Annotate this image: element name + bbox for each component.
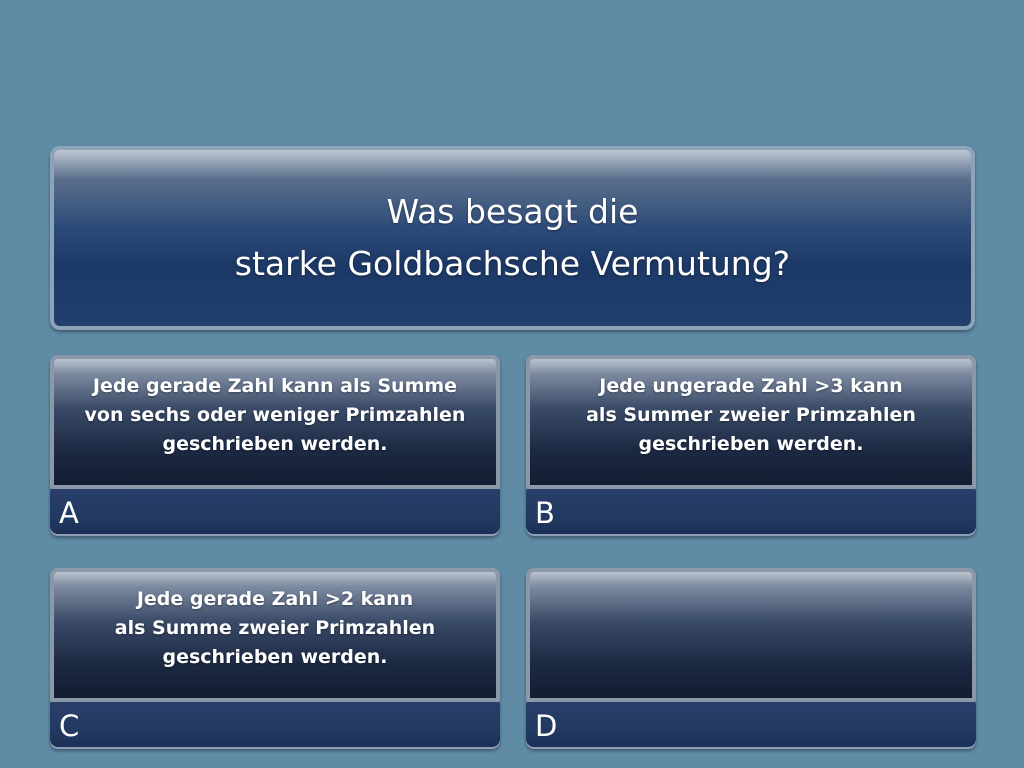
answer-letter: C: [59, 709, 80, 743]
answer-letter: B: [535, 496, 555, 530]
answer-letter: A: [59, 496, 79, 530]
answer-panel[interactable]: Jede gerade Zahl >2 kann als Summe zweie…: [50, 568, 500, 702]
question-panel: Was besagt die starke Goldbachsche Vermu…: [50, 146, 975, 330]
answer-text: Jede ungerade Zahl >3 kann als Summer zw…: [586, 374, 916, 455]
answer-option-b[interactable]: Jede ungerade Zahl >3 kann als Summer zw…: [526, 355, 976, 536]
answer-letter-bar[interactable]: C: [50, 702, 500, 749]
answer-letter: D: [535, 709, 558, 743]
answer-panel[interactable]: [526, 568, 976, 702]
answer-option-d[interactable]: D: [526, 568, 976, 749]
answer-option-c[interactable]: Jede gerade Zahl >2 kann als Summe zweie…: [50, 568, 500, 749]
answer-letter-bar[interactable]: A: [50, 489, 500, 536]
answer-letter-bar[interactable]: B: [526, 489, 976, 536]
answer-text: Jede gerade Zahl >2 kann als Summe zweie…: [114, 587, 436, 668]
answer-text: Jede gerade Zahl kann als Summe von sech…: [84, 374, 466, 455]
answer-option-a[interactable]: Jede gerade Zahl kann als Summe von sech…: [50, 355, 500, 536]
answer-panel[interactable]: Jede ungerade Zahl >3 kann als Summer zw…: [526, 355, 976, 489]
answer-letter-bar[interactable]: D: [526, 702, 976, 749]
answer-panel[interactable]: Jede gerade Zahl kann als Summe von sech…: [50, 355, 500, 489]
question-text: Was besagt die starke Goldbachsche Vermu…: [234, 192, 791, 283]
